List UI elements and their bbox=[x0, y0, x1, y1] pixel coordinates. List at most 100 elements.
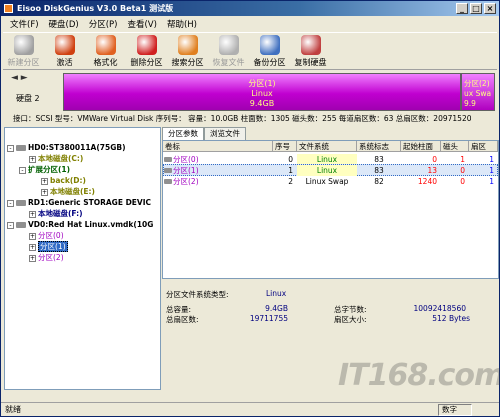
status-text: 就绪 bbox=[5, 405, 21, 414]
toolbar-button-3[interactable]: 删除分区 bbox=[126, 33, 167, 69]
maximize-button[interactable]: □ bbox=[470, 3, 482, 14]
column-header-label[interactable]: 卷标 bbox=[163, 141, 273, 152]
tree-node-back[interactable]: + back(D:) bbox=[41, 175, 86, 186]
cell-fs: Linux bbox=[316, 166, 338, 175]
menu-bar: 文件(F) 硬盘(D) 分区(P) 查看(V) 帮助(H) bbox=[1, 16, 499, 31]
watermark-logo: IT168.com bbox=[338, 358, 500, 393]
cell-label: 分区(2) bbox=[173, 177, 199, 186]
minimize-button[interactable]: _ bbox=[456, 3, 468, 14]
collapse-icon[interactable]: - bbox=[7, 199, 14, 207]
menu-disk[interactable]: 硬盘(D) bbox=[44, 18, 84, 30]
toolbar-button-5[interactable]: 恢复文件 bbox=[208, 33, 249, 69]
menu-partition[interactable]: 分区(P) bbox=[84, 18, 123, 30]
cell-head: 0 bbox=[460, 166, 465, 175]
cell-flag: 83 bbox=[374, 166, 384, 175]
tree-node-e[interactable]: + 本地磁盘(E:) bbox=[41, 186, 95, 197]
tab-partition-params[interactable]: 分区参数 bbox=[162, 127, 204, 140]
cell-label: 分区(1) bbox=[173, 166, 199, 175]
window-title: Eisoo DiskGenius V3.0 Beta1 测试版 bbox=[17, 4, 174, 13]
tree-node-p0[interactable]: + 分区(0) bbox=[29, 230, 64, 241]
toolbar-button-7[interactable]: 复制硬盘 bbox=[290, 33, 331, 69]
expand-icon[interactable]: + bbox=[29, 210, 36, 218]
expand-icon[interactable]: + bbox=[29, 232, 36, 240]
column-header-fs[interactable]: 文件系统 bbox=[297, 141, 357, 152]
menu-file[interactable]: 文件(F) bbox=[5, 18, 44, 30]
tree-node-p1[interactable]: + 分区(1) bbox=[29, 241, 68, 252]
disk-map-partition-2[interactable]: 分区(2) ux Swa 9.9 bbox=[461, 73, 495, 111]
cell-head: 0 bbox=[460, 177, 465, 186]
toolbar: 新建分区 激活 格式化 删除分区 搜索分区 恢复文件 备份分区 复制硬盘 bbox=[3, 32, 497, 70]
cell-fs: Linux bbox=[316, 155, 338, 164]
backup-icon bbox=[259, 35, 280, 55]
toolbar-button-6[interactable]: 备份分区 bbox=[249, 33, 290, 69]
disk-info-line: 接口：SCSI 型号：VMWare Virtual Disk 序列号： 容量：1… bbox=[13, 114, 472, 123]
expand-icon[interactable]: + bbox=[41, 188, 48, 196]
disk-map: ◄ ► 硬盘 2 分区(1) Linux 9.4GB 分区(2) ux Swa … bbox=[3, 71, 499, 113]
sector-size-value: 512 Bytes bbox=[432, 314, 470, 323]
collapse-icon[interactable]: - bbox=[7, 144, 14, 152]
partition-table: 卷标 序号 文件系统 系统标志 起始柱面 磁头 扇区 分区(0) 0 Linux 83 0 1 1 分区(1… bbox=[162, 140, 499, 279]
recover-icon bbox=[218, 35, 239, 55]
column-header-cyl[interactable]: 起始柱面 bbox=[401, 141, 441, 152]
cell-sec: 1 bbox=[489, 177, 494, 186]
toolbar-button-1[interactable]: 激活 bbox=[44, 33, 85, 69]
column-header-index[interactable]: 序号 bbox=[273, 141, 297, 152]
column-header-head[interactable]: 磁头 bbox=[441, 141, 469, 152]
disk-nav-arrows[interactable]: ◄ ► bbox=[11, 73, 28, 83]
expand-icon[interactable]: + bbox=[41, 177, 48, 185]
tree-node-hd0[interactable]: - HD0:ST380011A(75GB) bbox=[7, 142, 126, 153]
toolbar-label: 格式化 bbox=[93, 58, 118, 67]
virtual-disk-icon bbox=[16, 222, 26, 228]
toolbar-button-0[interactable]: 新建分区 bbox=[3, 33, 44, 69]
table-row[interactable]: 分区(1) 1 Linux 83 13 0 1 bbox=[163, 165, 498, 176]
column-header-sec[interactable]: 扇区 bbox=[469, 141, 498, 152]
fs-type-label: 分区文件系统类型: bbox=[166, 290, 229, 299]
cell-index: 2 bbox=[288, 177, 293, 186]
column-header-flag[interactable]: 系统标志 bbox=[357, 141, 401, 152]
cell-index: 1 bbox=[288, 166, 293, 175]
cell-flag: 82 bbox=[374, 177, 384, 186]
tree-node-rd1[interactable]: - RD1:Generic STORAGE DEVIC bbox=[7, 197, 151, 208]
menu-help[interactable]: 帮助(H) bbox=[162, 18, 202, 30]
tree-node-c[interactable]: + 本地磁盘(C:) bbox=[29, 153, 83, 164]
tree-node-vd0[interactable]: - VD0:Red Hat Linux.vmdk(10G bbox=[7, 219, 153, 230]
tree-node-p2[interactable]: + 分区(2) bbox=[29, 252, 64, 263]
part2-fs: ux Swa bbox=[464, 89, 492, 98]
toolbar-button-2[interactable]: 格式化 bbox=[85, 33, 126, 69]
new-partition-icon bbox=[13, 35, 34, 55]
cell-flag: 83 bbox=[374, 155, 384, 164]
status-bar: 就绪 数字 bbox=[1, 402, 499, 417]
disk-map-partition-1[interactable]: 分区(1) Linux 9.4GB bbox=[63, 73, 461, 111]
right-panel: 分区参数 浏览文件 卷标 序号 文件系统 系统标志 起始柱面 磁头 扇区 分区(0) 0 Linu… bbox=[162, 127, 499, 390]
part2-size: 9.9 bbox=[464, 99, 476, 108]
tree-node-f[interactable]: + 本地磁盘(F:) bbox=[29, 208, 83, 219]
collapse-icon[interactable]: - bbox=[19, 166, 26, 174]
part2-name: 分区(2) bbox=[464, 79, 490, 88]
removable-disk-icon bbox=[16, 200, 26, 206]
toolbar-label: 复制硬盘 bbox=[294, 58, 327, 67]
expand-icon[interactable]: + bbox=[29, 254, 36, 262]
sectors-label: 总扇区数: bbox=[166, 315, 199, 324]
hard-disk-icon bbox=[16, 145, 26, 151]
menu-view[interactable]: 查看(V) bbox=[122, 18, 161, 30]
disk-tree: - HD0:ST380011A(75GB) + 本地磁盘(C:) - 扩展分区(1) … bbox=[4, 127, 161, 390]
close-button[interactable]: × bbox=[484, 3, 496, 14]
partition-icon bbox=[164, 179, 172, 184]
expand-icon[interactable]: + bbox=[29, 243, 36, 251]
partition-icon bbox=[164, 157, 172, 162]
fs-type-value: Linux bbox=[266, 289, 287, 298]
collapse-icon[interactable]: - bbox=[7, 221, 14, 229]
table-row[interactable]: 分区(2) 2 Linux Swap 82 1240 0 1 bbox=[163, 176, 498, 187]
capacity-value: 9.4GB bbox=[265, 304, 288, 313]
sector-size-label: 扇区大小: bbox=[334, 315, 367, 324]
tree-node-extended[interactable]: - 扩展分区(1) bbox=[19, 164, 70, 175]
disk-label: 硬盘 2 bbox=[16, 94, 40, 103]
search-icon bbox=[177, 35, 198, 55]
cell-index: 0 bbox=[288, 155, 293, 164]
toolbar-button-4[interactable]: 搜索分区 bbox=[167, 33, 208, 69]
cell-fs: Linux Swap bbox=[305, 177, 349, 186]
expand-icon[interactable]: + bbox=[29, 155, 36, 163]
tab-browse-files[interactable]: 浏览文件 bbox=[204, 127, 246, 140]
format-icon bbox=[95, 35, 116, 55]
part1-fs: Linux bbox=[251, 89, 273, 98]
